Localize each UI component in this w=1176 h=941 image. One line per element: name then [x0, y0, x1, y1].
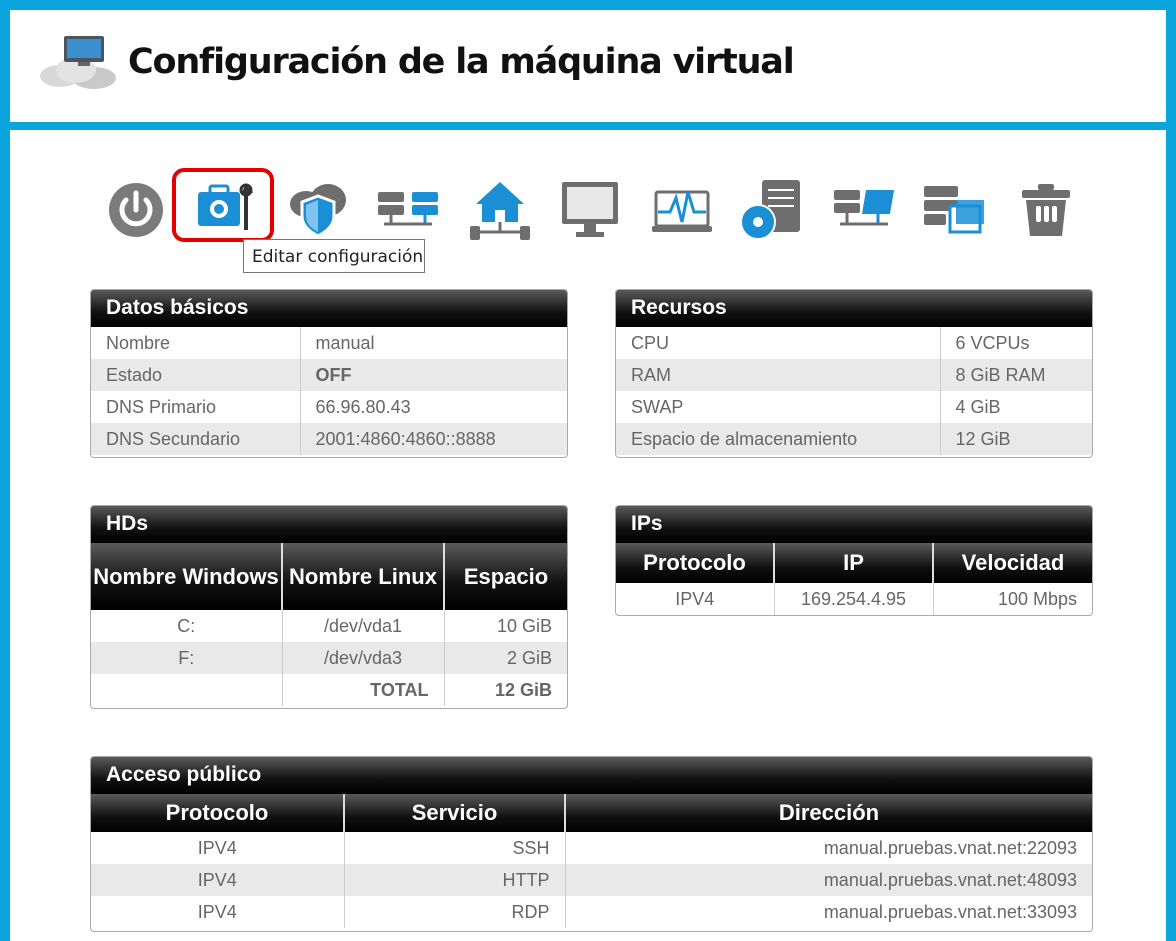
- hds-panel: HDs Nombre Windows Nombre Linux Espacio …: [90, 505, 568, 709]
- table-row: C: /dev/vda1 10 GiB: [91, 610, 567, 642]
- cell-service: RDP: [343, 896, 565, 928]
- server-images-icon[interactable]: [922, 178, 986, 242]
- cell-windows: F:: [91, 642, 282, 674]
- table-row: DNS Primario 66.96.80.43: [91, 391, 567, 423]
- monitoring-icon[interactable]: [650, 178, 714, 242]
- panel-title: Recursos: [616, 290, 1092, 327]
- row-label: Estado: [91, 359, 300, 391]
- table-row: CPU 6 VCPUs: [616, 327, 1092, 359]
- column-header: IP: [773, 543, 933, 583]
- row-label: RAM: [616, 359, 940, 391]
- column-header: Servicio: [343, 794, 565, 832]
- acceso-publico-panel: Acceso público Protocolo Servicio Direcc…: [90, 756, 1093, 932]
- status-value: OFF: [299, 359, 567, 391]
- row-value: 4 GiB: [939, 391, 1092, 423]
- row-value: 6 VCPUs: [939, 327, 1092, 359]
- cell-linux: /dev/vda3: [281, 642, 444, 674]
- page-title: Configuración de la máquina virtual: [128, 42, 795, 82]
- ips-table: Protocolo IP Velocidad IPV4 169.254.4.95…: [616, 543, 1092, 615]
- ips-panel: IPs Protocolo IP Velocidad IPV4 169.254.…: [615, 505, 1093, 616]
- row-label: Nombre: [106, 332, 171, 353]
- table-row: RAM 8 GiB RAM: [616, 359, 1092, 391]
- table-row: Estado OFF: [91, 359, 567, 391]
- cloud-shield-icon[interactable]: [286, 178, 350, 242]
- recursos-table: CPU 6 VCPUs RAM 8 GiB RAM SWAP 4 GiB Esp…: [616, 327, 1092, 455]
- datos-basicos-table: Nombre manual Estado OFF DNS Primario 66…: [91, 327, 567, 455]
- cell-windows: C:: [177, 615, 196, 636]
- table-row: Nombre manual: [91, 327, 567, 359]
- cell-address: manual.pruebas.vnat.net:22093: [564, 832, 1092, 864]
- table-row: IPV4 169.254.4.95 100 Mbps: [616, 583, 1092, 615]
- table-row-total: TOTAL 12 GiB: [91, 674, 567, 706]
- column-header: Nombre Linux: [281, 543, 444, 610]
- table-row: SWAP 4 GiB: [616, 391, 1092, 423]
- panel-title: HDs: [91, 506, 567, 543]
- row-label: DNS Secundario: [91, 423, 300, 455]
- selected-icon-highlight: [172, 168, 274, 242]
- column-header: Nombre Windows: [91, 543, 282, 610]
- row-value: 8 GiB RAM: [939, 359, 1092, 391]
- column-header: Protocolo: [91, 794, 344, 832]
- table-row: DNS Secundario 2001:4860:4860::8888: [91, 423, 567, 455]
- header-separator: [0, 122, 1176, 130]
- row-label: CPU: [631, 332, 670, 353]
- table-header: Nombre Windows Nombre Linux Espacio: [91, 543, 567, 610]
- cell-speed: 100 Mbps: [932, 583, 1092, 615]
- table-row: Espacio de almacenamiento 12 GiB: [616, 423, 1092, 455]
- table-header: Protocolo Servicio Dirección: [91, 794, 1092, 832]
- cell-address: manual.pruebas.vnat.net:33093: [564, 896, 1092, 928]
- cell-space: 10 GiB: [443, 610, 567, 642]
- cell-ip: 169.254.4.95: [773, 583, 933, 615]
- panel-title: IPs: [616, 506, 1092, 543]
- hds-table: Nombre Windows Nombre Linux Espacio C: /…: [91, 543, 567, 706]
- column-header: Velocidad: [932, 543, 1092, 583]
- disk-server-icon[interactable]: [740, 178, 804, 242]
- column-header: Dirección: [564, 794, 1092, 832]
- panel-title: Datos básicos: [91, 290, 567, 327]
- cloud-computer-icon: [36, 30, 120, 94]
- panel-title: Acceso público: [91, 757, 1092, 794]
- row-value: 12 GiB: [939, 423, 1092, 455]
- home-network-icon[interactable]: [468, 178, 532, 242]
- total-label: TOTAL: [281, 674, 444, 706]
- cell-service: HTTP: [343, 864, 565, 896]
- row-label: Espacio de almacenamiento: [616, 423, 940, 455]
- table-row: IPV4 RDP manual.pruebas.vnat.net:33093: [91, 896, 1092, 928]
- table-row: F: /dev/vda3 2 GiB: [91, 642, 567, 674]
- row-label: DNS Primario: [106, 396, 217, 417]
- cell-linux: /dev/vda1: [281, 610, 444, 642]
- cell-empty: [91, 674, 282, 706]
- table-header: Protocolo IP Velocidad: [616, 543, 1092, 583]
- monitor-icon[interactable]: [558, 178, 622, 242]
- power-icon[interactable]: [104, 178, 168, 242]
- table-row: IPV4 HTTP manual.pruebas.vnat.net:48093: [91, 864, 1092, 896]
- cell-service: SSH: [343, 832, 565, 864]
- total-value: 12 GiB: [443, 674, 567, 706]
- row-label: SWAP: [631, 396, 684, 417]
- acceso-table: Protocolo Servicio Dirección IPV4 SSH ma…: [91, 794, 1092, 928]
- table-row: IPV4 SSH manual.pruebas.vnat.net:22093: [91, 832, 1092, 864]
- cell-protocol: IPV4: [197, 837, 237, 858]
- recursos-panel: Recursos CPU 6 VCPUs RAM 8 GiB RAM SWAP …: [615, 289, 1093, 458]
- row-value: 2001:4860:4860::8888: [299, 423, 567, 455]
- cell-space: 2 GiB: [443, 642, 567, 674]
- cell-protocol: IPV4: [675, 588, 715, 609]
- servers-icon[interactable]: [376, 178, 440, 242]
- cell-protocol: IPV4: [91, 864, 344, 896]
- row-value: manual: [299, 327, 567, 359]
- column-header: Espacio: [443, 543, 567, 610]
- row-value: 66.96.80.43: [299, 391, 567, 423]
- datos-basicos-panel: Datos básicos Nombre manual Estado OFF D…: [90, 289, 568, 458]
- cell-address: manual.pruebas.vnat.net:48093: [564, 864, 1092, 896]
- trash-icon[interactable]: [1014, 178, 1078, 242]
- column-header: Protocolo: [616, 543, 774, 583]
- tooltip: Editar configuración: [243, 239, 425, 273]
- server-network-icon[interactable]: [832, 178, 896, 242]
- cell-protocol: IPV4: [197, 901, 237, 922]
